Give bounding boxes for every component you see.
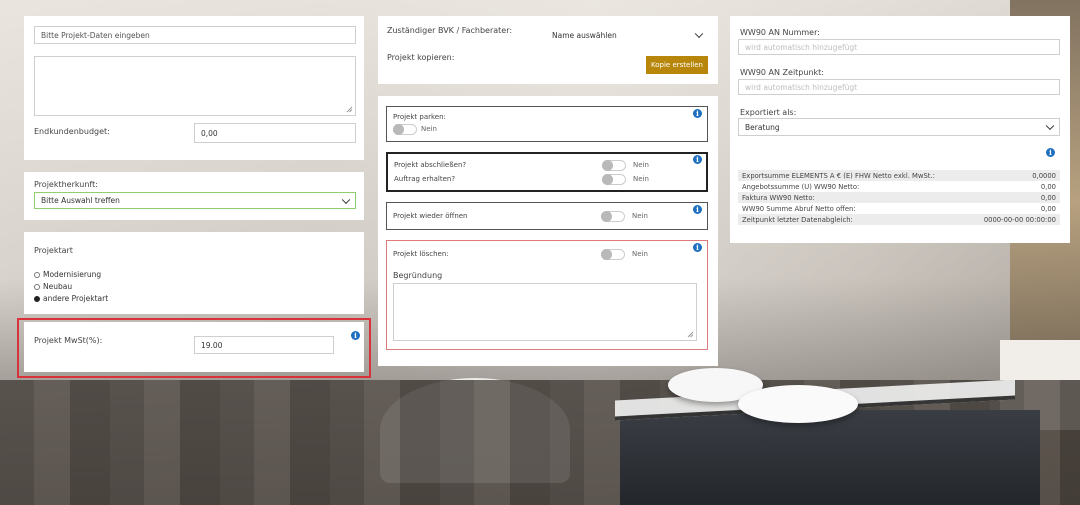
radio-circle-icon [34, 271, 40, 278]
bvk-label: Zuständiger BVK / Fachberater: [387, 26, 513, 35]
summary-label: Faktura WW90 Netto: [742, 193, 815, 202]
info-icon[interactable]: i [693, 205, 702, 214]
resize-handle-icon[interactable] [687, 331, 694, 338]
info-icon[interactable]: i [1046, 148, 1055, 157]
radio-label: Neubau [43, 282, 73, 291]
parken-toggle[interactable] [393, 124, 417, 135]
abschliessen-label: Projekt abschließen? [394, 161, 467, 169]
loeschen-label: Projekt löschen: [393, 250, 449, 258]
projektart-label: Projektart [34, 246, 73, 255]
an-zeitpunkt-input[interactable]: wird automatisch hinzugefügt [738, 79, 1060, 95]
an-nummer-placeholder: wird automatisch hinzugefügt [745, 42, 858, 52]
auftrag-value: Nein [633, 175, 649, 183]
summary-value: 0,0000 [1032, 171, 1056, 180]
chevron-down-icon [341, 195, 351, 204]
projektherkunft-panel: Projektherkunft: Bitte Auswahl treffen [24, 172, 364, 220]
summary-label: Zeitpunkt letzter Datenabgleich: [742, 215, 853, 224]
oeffnen-toggle[interactable] [601, 211, 625, 222]
project-data-title-input[interactable]: Bitte Projekt-Daten eingeben [34, 26, 356, 44]
info-icon[interactable]: i [693, 243, 702, 252]
radio-neubau[interactable]: Neubau [34, 282, 72, 291]
begruendung-label: Begründung [393, 271, 443, 280]
background-sink [738, 385, 858, 423]
chevron-down-icon [694, 29, 704, 39]
oeffnen-label: Projekt wieder öffnen [393, 212, 468, 220]
info-icon[interactable]: i [693, 109, 702, 118]
abschliessen-toggle[interactable] [602, 160, 626, 171]
loeschen-value: Nein [632, 250, 648, 258]
kopieren-label: Projekt kopieren: [387, 53, 455, 62]
projektherkunft-label: Projektherkunft: [34, 180, 98, 189]
loeschen-toggle[interactable] [601, 249, 625, 260]
oeffnen-box: Projekt wieder öffnen Nein i [386, 202, 708, 230]
summary-value: 0,00 [1040, 204, 1056, 213]
endkundenbudget-label: Endkundenbudget: [34, 127, 110, 136]
an-zeitpunkt-placeholder: wird automatisch hinzugefügt [745, 82, 858, 92]
summary-row: WW90 Summe Abruf Netto offen: 0,00 [738, 203, 1060, 214]
an-nummer-input[interactable]: wird automatisch hinzugefügt [738, 39, 1060, 55]
auftrag-toggle[interactable] [602, 174, 626, 185]
radio-andere-projektart[interactable]: andere Projektart [34, 294, 108, 303]
auftrag-label: Auftrag erhalten? [394, 175, 456, 183]
oeffnen-value: Nein [632, 212, 648, 220]
project-data-placeholder: Bitte Projekt-Daten eingeben [41, 30, 150, 40]
kopie-erstellen-button[interactable]: Kopie erstellen [646, 56, 708, 74]
parken-value: Nein [421, 125, 437, 133]
summary-label: Exportsumme ELEMENTS A € (E) FHW Netto e… [742, 171, 935, 180]
bvk-panel: Zuständiger BVK / Fachberater: Name ausw… [378, 16, 718, 84]
project-status-panel: Projekt parken: Nein i Projekt abschließ… [378, 96, 718, 366]
resize-handle-icon[interactable] [346, 106, 353, 113]
chevron-down-icon [1045, 121, 1055, 131]
an-zeitpunkt-label: WW90 AN Zeitpunkt: [740, 68, 824, 77]
radio-selected-icon [34, 295, 40, 302]
begruendung-textarea[interactable] [393, 283, 697, 341]
radio-label: andere Projektart [43, 294, 109, 303]
summary-value: 0,00 [1040, 193, 1056, 202]
bvk-value: Name auswählen [552, 30, 617, 40]
radio-label: Modernisierung [43, 270, 102, 279]
projektherkunft-value: Bitte Auswahl treffen [41, 196, 120, 205]
background-cabinet [620, 410, 1040, 505]
radio-circle-icon [34, 283, 40, 290]
an-nummer-label: WW90 AN Nummer: [740, 28, 820, 37]
summary-row: Exportsumme ELEMENTS A € (E) FHW Netto e… [738, 170, 1060, 181]
projektherkunft-select[interactable]: Bitte Auswahl treffen [34, 192, 356, 209]
summary-value: 0000-00-00 00:00:00 [983, 215, 1056, 224]
abschliessen-value: Nein [633, 161, 649, 169]
projektart-panel: Projektart Modernisierung Neubau andere … [24, 232, 364, 314]
export-panel: WW90 AN Nummer: wird automatisch hinzuge… [730, 16, 1070, 243]
summary-label: Angebotssumme (U) WW90 Netto: [742, 182, 860, 191]
highlight-box [17, 318, 371, 378]
summary-label: WW90 Summe Abruf Netto offen: [742, 204, 856, 213]
bvk-select[interactable]: Name auswählen [546, 26, 708, 44]
exportiert-label: Exportiert als: [740, 108, 797, 117]
exportiert-select[interactable]: Beratung [738, 118, 1060, 136]
parken-label: Projekt parken: [393, 113, 446, 121]
endkundenbudget-value: 0,00 [201, 128, 218, 138]
summary-row: Faktura WW90 Netto: 0,00 [738, 192, 1060, 203]
abschliessen-box: Projekt abschließen? Nein Auftrag erhalt… [386, 152, 708, 192]
radio-modernisierung[interactable]: Modernisierung [34, 270, 101, 279]
exportiert-value: Beratung [745, 122, 780, 132]
summary-value: 0,00 [1040, 182, 1056, 191]
loeschen-box: Projekt löschen: Nein i Begründung [386, 240, 708, 350]
project-data-panel: Bitte Projekt-Daten eingeben Endkundenbu… [24, 16, 364, 160]
project-data-textarea[interactable] [34, 56, 356, 116]
endkundenbudget-input[interactable]: 0,00 [194, 123, 356, 143]
parken-box: Projekt parken: Nein i [386, 106, 708, 142]
info-icon[interactable]: i [693, 155, 702, 164]
summary-row: Zeitpunkt letzter Datenabgleich: 0000-00… [738, 214, 1060, 225]
summary-row: Angebotssumme (U) WW90 Netto: 0,00 [738, 181, 1060, 192]
